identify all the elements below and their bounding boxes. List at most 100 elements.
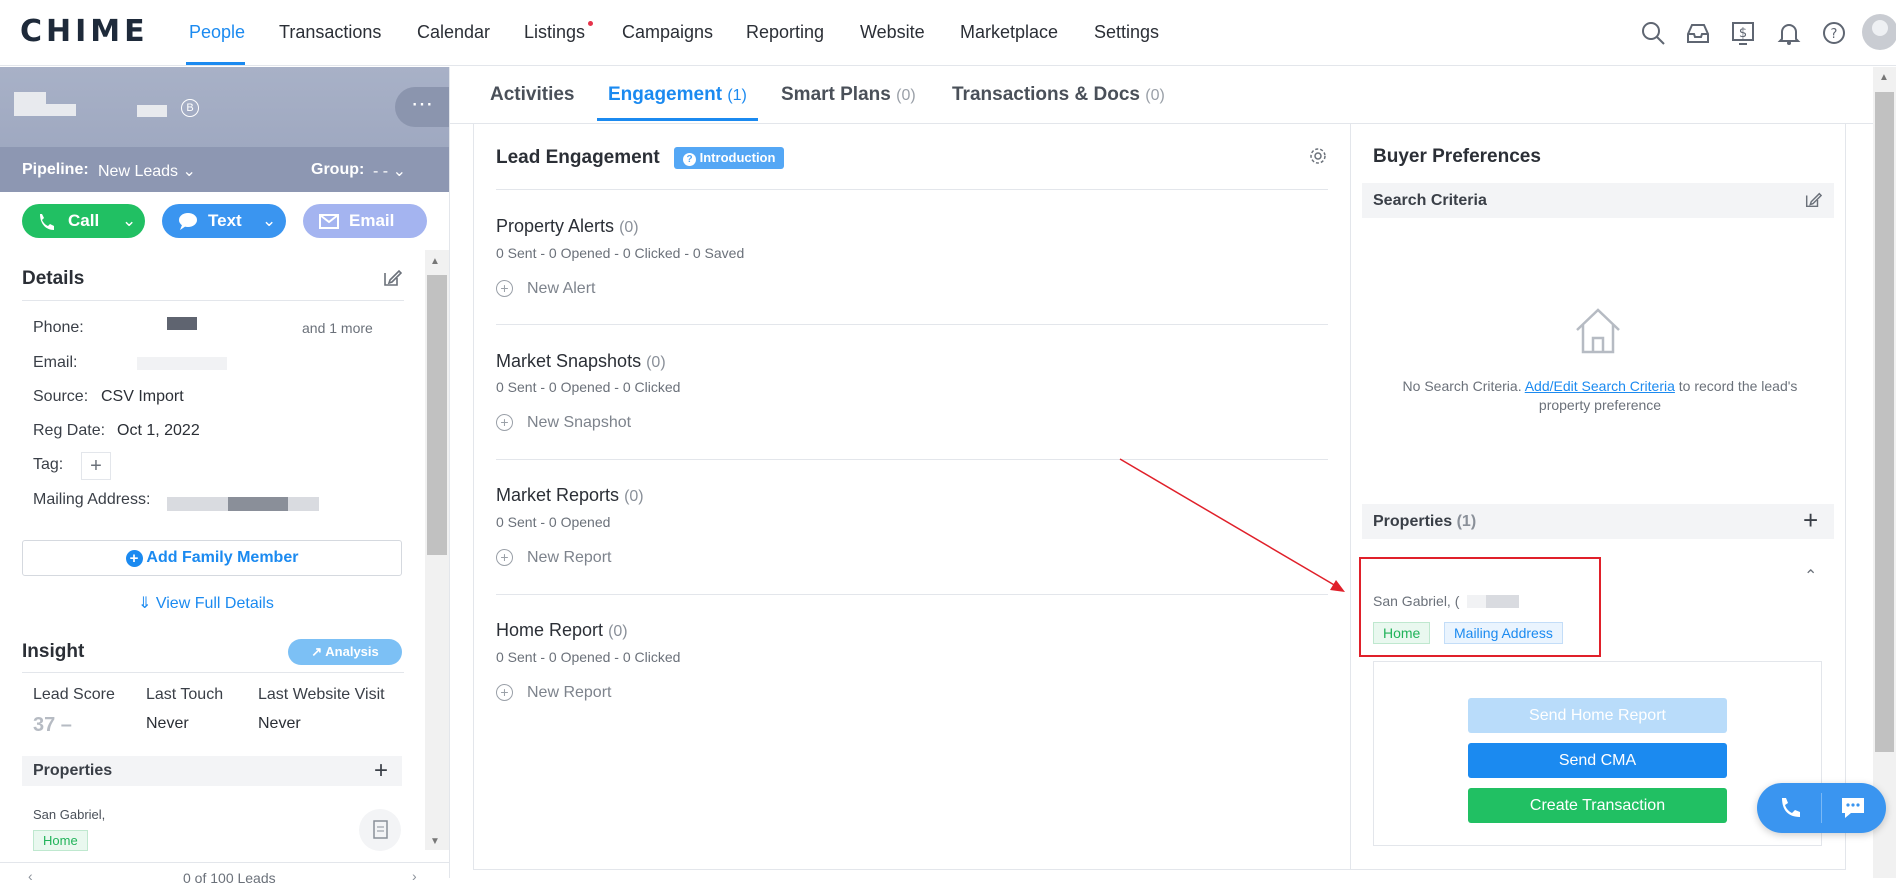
phone-icon [36,204,56,238]
phone-more-link[interactable]: and 1 more [302,320,373,336]
plus-circle-icon: + [125,550,143,567]
analysis-button[interactable]: ↗ Analysis [288,639,402,665]
left-scrollbar-thumb[interactable] [427,275,447,555]
introduction-badge[interactable]: ? Introduction [674,147,785,169]
send-home-report-button[interactable]: Send Home Report [1468,698,1727,733]
page-scrollbar-thumb[interactable] [1875,92,1894,752]
redacted-name [137,105,167,117]
lead-score-value: 37 – [33,714,72,736]
chevron-down-icon: ⌄ [182,163,196,180]
add-family-member-button[interactable]: + Add Family Member [22,540,402,576]
bell-icon[interactable] [1776,20,1802,46]
view-full-details-link[interactable]: ⇓ View Full Details [138,593,274,613]
phone-icon[interactable] [1777,795,1803,821]
more-options-button[interactable]: ⋯ [395,87,449,127]
panel-divider [449,67,450,878]
plus-circle-icon: + [496,549,513,566]
scroll-up-arrow[interactable]: ▲ [1879,72,1889,83]
prev-lead-arrow[interactable]: ‹ [28,868,33,884]
search-icon[interactable] [1640,20,1666,46]
nav-settings[interactable]: Settings [1094,22,1159,43]
add-edit-search-criteria-link[interactable]: Add/Edit Search Criteria [1525,378,1675,394]
chevron-up-icon[interactable]: ⌃ [1804,566,1817,586]
nav-calendar[interactable]: Calendar [417,22,490,43]
dollar-icon[interactable]: $ [1730,20,1756,46]
lead-header: B ⋯ Pipeline: New Leads ⌄ Group: - - ⌄ [0,67,449,192]
last-visit-label: Last Website Visit [258,686,385,703]
nav-reporting[interactable]: Reporting [746,22,824,43]
new-market-report-button[interactable]: + New Report [496,549,611,567]
listings-notification-dot [588,21,593,26]
nav-listings[interactable]: Listings [524,22,585,43]
nav-marketplace[interactable]: Marketplace [960,22,1058,43]
send-cma-button[interactable]: Send CMA [1468,743,1727,778]
gear-icon[interactable] [1308,146,1328,166]
user-avatar[interactable] [1862,14,1896,50]
source-value: CSV Import [101,388,184,405]
redacted-address [228,497,288,511]
plus-circle-icon: + [496,684,513,701]
floating-contact-button [1757,783,1886,833]
chat-icon[interactable] [1839,795,1867,821]
scroll-up-arrow[interactable]: ▲ [430,256,440,267]
email-button[interactable]: Email [303,204,427,238]
tabs-bar: Activities Engagement (1) Smart Plans (0… [450,67,1875,124]
mailing-address-label: Mailing Address: [33,491,151,508]
lead-score-label: Lead Score [33,686,115,703]
inbox-icon[interactable] [1685,20,1711,46]
svg-text:?: ? [1831,27,1838,42]
top-nav: CHIME People Transactions Calendar Listi… [0,0,1896,66]
group-select[interactable]: - - ⌄ [373,161,406,181]
source-label: Source: [33,388,89,405]
redacted-phone [167,317,197,330]
trend-icon: ↗ [311,644,323,659]
help-icon[interactable]: ? [1821,20,1847,46]
chevron-down-icon: ⌄ [392,163,406,180]
market-reports-stats: 0 Sent - 0 Opened [496,514,611,530]
edit-icon[interactable] [382,268,402,288]
add-property-button[interactable]: + [1803,505,1818,536]
tab-active-indicator [597,118,758,121]
next-lead-arrow[interactable]: › [412,868,417,884]
tab-engagement[interactable]: Engagement (1) [608,84,747,106]
nav-transactions[interactable]: Transactions [279,22,381,43]
edit-icon[interactable] [1804,191,1822,209]
buyer-preferences-title: Buyer Preferences [1373,146,1541,167]
new-alert-button[interactable]: + New Alert [496,280,595,298]
divider [496,594,1328,595]
home-report-title: Home Report (0) [496,620,628,640]
nav-people[interactable]: People [189,22,245,43]
text-button[interactable]: Text ⌄ [162,204,286,238]
divider [496,459,1328,460]
divider [496,189,1328,190]
property-alerts-title: Property Alerts (0) [496,216,639,236]
scroll-down-arrow[interactable]: ▼ [430,836,440,847]
nav-active-indicator [186,62,245,65]
tag-label: Tag: [33,456,64,473]
question-icon: ? [683,153,696,166]
report-icon[interactable] [359,809,401,851]
chevron-down-icon[interactable]: ⌄ [122,204,136,238]
chevron-down-icon[interactable]: ⌄ [262,204,276,238]
house-icon [1573,306,1623,356]
pipeline-label: Pipeline: [22,161,89,178]
tab-smart-plans[interactable]: Smart Plans (0) [781,84,916,106]
new-snapshot-button[interactable]: + New Snapshot [496,414,631,432]
pipeline-select[interactable]: New Leads ⌄ [98,161,196,181]
create-transaction-button[interactable]: Create Transaction [1468,788,1727,823]
new-home-report-button[interactable]: + New Report [496,684,611,702]
redacted-name [14,104,76,116]
add-tag-button[interactable]: + [81,452,111,480]
nav-website[interactable]: Website [860,22,925,43]
add-property-button[interactable]: + [374,757,388,785]
call-button[interactable]: Call ⌄ [22,204,145,238]
last-touch-label: Last Touch [146,686,224,703]
tab-transactions-docs[interactable]: Transactions & Docs (0) [952,84,1165,106]
last-touch-value: Never [146,715,189,732]
properties-title: Properties [33,762,113,779]
tab-activities[interactable]: Activities [490,84,574,106]
plus-circle-icon: + [496,280,513,297]
nav-campaigns[interactable]: Campaigns [622,22,713,43]
chime-logo[interactable]: CHIME [20,14,149,49]
details-title: Details [22,268,85,289]
